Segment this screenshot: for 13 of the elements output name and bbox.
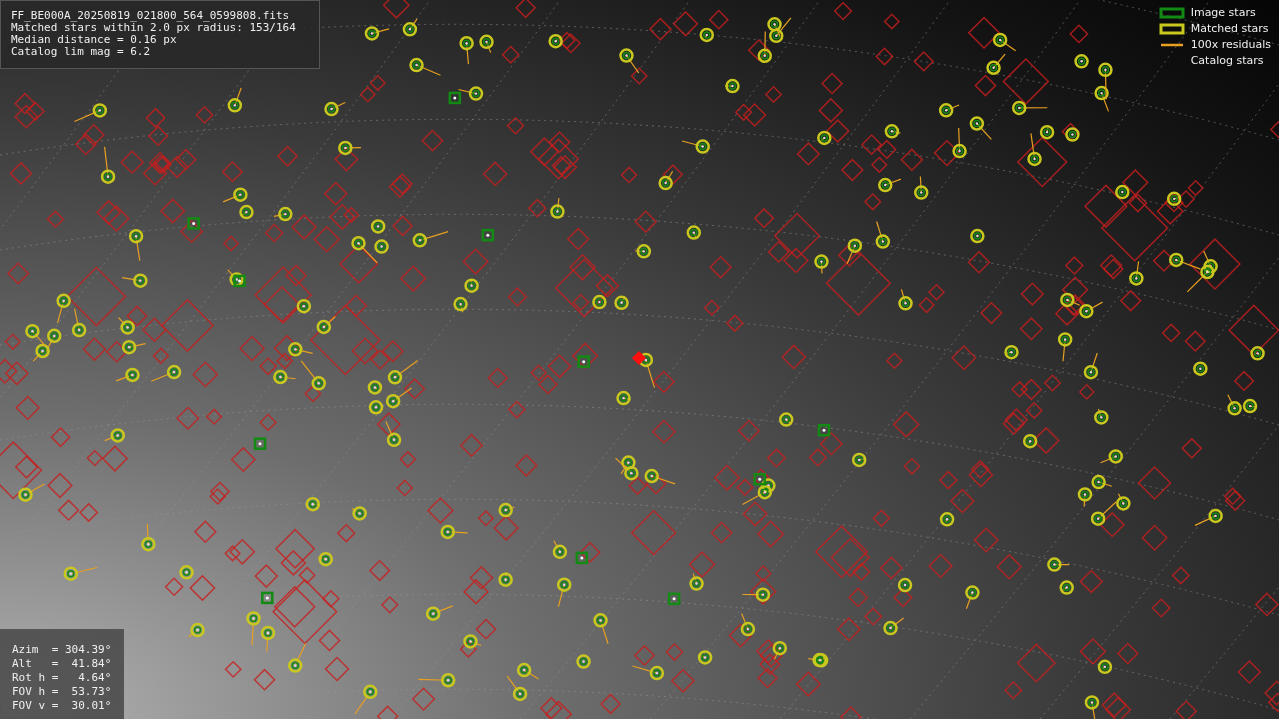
legend-label: 100x residuals xyxy=(1190,38,1271,52)
info-text: FF_BE000A_20250819_021800_564_0599808.fits xyxy=(11,10,291,22)
legend-label: Image stars xyxy=(1190,6,1256,20)
info-text: Median distance = 0.16 px xyxy=(11,34,178,46)
pointing-text: FOV h = 53.73° xyxy=(12,685,113,699)
info-text: Matched stars within 2.0 px radius: 153/164 xyxy=(11,22,297,34)
legend-label: Catalog stars xyxy=(1190,54,1264,68)
info-text: Catalog lim mag = 6.2 xyxy=(11,46,152,58)
pointing-text: FOV v = 30.01° xyxy=(12,699,113,713)
pointing-text: Alt = 41.84° xyxy=(12,657,113,671)
legend-label: Matched stars xyxy=(1190,22,1269,36)
pointing-text: Rot h = 4.64° xyxy=(12,671,113,685)
pointing-text: Azim = 304.39° xyxy=(12,643,113,657)
